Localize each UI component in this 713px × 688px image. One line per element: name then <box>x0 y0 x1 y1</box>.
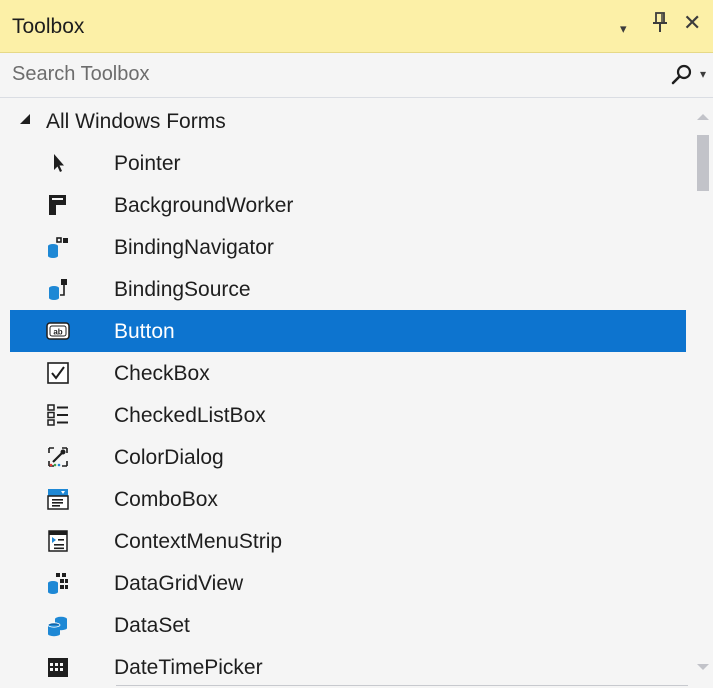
item-label: DataSet <box>114 614 190 637</box>
item-label: ComboBox <box>114 488 218 511</box>
group-header-all-windows-forms[interactable]: All Windows Forms <box>0 100 690 140</box>
search-bar: ▾ <box>0 53 713 98</box>
scroll-down-arrow-icon[interactable] <box>697 664 709 670</box>
vertical-scrollbar[interactable] <box>692 98 713 688</box>
item-label: CheckBox <box>114 362 210 385</box>
close-icon[interactable]: ✕ <box>683 11 701 35</box>
item-label: BackgroundWorker <box>114 194 294 217</box>
toolbox-item-checkbox[interactable]: CheckBox <box>10 352 686 394</box>
divider <box>116 685 688 686</box>
scroll-up-arrow-icon[interactable] <box>697 114 709 120</box>
toolbox-title: Toolbox <box>12 15 85 38</box>
background-worker-icon <box>49 195 66 215</box>
search-options-chevron-down-icon[interactable]: ▾ <box>700 67 706 81</box>
item-label: Pointer <box>114 152 181 175</box>
item-label: Button <box>114 320 175 343</box>
binding-source-icon <box>49 279 67 300</box>
group-label: All Windows Forms <box>46 110 226 133</box>
search-input[interactable] <box>12 59 652 89</box>
toolbox-item-checkedlistbox[interactable]: CheckedListBox <box>10 394 686 436</box>
item-label: BindingSource <box>114 278 251 301</box>
toolbox-item-dataset[interactable]: DataSet <box>10 604 686 646</box>
pointer-icon <box>54 154 64 172</box>
toolbox-item-list: All Windows Forms Pointer BackgroundWork… <box>0 98 690 688</box>
checked-list-box-icon <box>47 404 68 426</box>
toolbox-item-backgroundworker[interactable]: BackgroundWorker <box>10 184 686 226</box>
binding-navigator-icon <box>48 237 68 258</box>
context-menu-strip-icon <box>48 530 68 552</box>
date-time-picker-icon <box>48 658 68 677</box>
toolbox-window: Toolbox ▾ ✕ ▾ All Windows Forms <box>0 0 713 688</box>
combobox-icon <box>47 489 69 510</box>
toolbox-item-contextmenustrip[interactable]: ContextMenuStrip <box>10 520 686 562</box>
toolbox-item-datetimepicker[interactable]: DateTimePicker <box>10 646 686 688</box>
item-label: ColorDialog <box>114 446 224 469</box>
item-label: BindingNavigator <box>114 236 274 259</box>
dataset-icon <box>47 616 67 637</box>
item-label: DateTimePicker <box>114 656 263 679</box>
item-label: CheckedListBox <box>114 404 266 427</box>
button-icon: ab <box>46 322 70 340</box>
pin-icon-svg <box>653 12 667 32</box>
item-label: ContextMenuStrip <box>114 530 283 553</box>
pin-icon[interactable] <box>653 11 667 39</box>
toolbox-item-combobox[interactable]: ComboBox <box>10 478 686 520</box>
window-position-dropdown-icon[interactable]: ▾ <box>620 17 627 41</box>
item-label: DataGridView <box>114 572 244 595</box>
toolbox-item-datagridview[interactable]: DataGridView <box>10 562 686 604</box>
toolbox-item-pointer[interactable]: Pointer <box>10 142 686 184</box>
toolbox-item-colordialog[interactable]: ColorDialog <box>10 436 686 478</box>
data-grid-view-icon <box>48 573 68 594</box>
toolbox-titlebar: Toolbox ▾ ✕ <box>0 0 713 53</box>
scrollbar-thumb[interactable] <box>697 135 709 191</box>
toolbox-item-button[interactable]: ab Button <box>10 310 686 352</box>
toolbox-item-bindingsource[interactable]: BindingSource <box>10 268 686 310</box>
color-dialog-icon <box>48 447 68 467</box>
svg-text:ab: ab <box>53 328 62 337</box>
toolbox-item-bindingnavigator[interactable]: BindingNavigator <box>10 226 686 268</box>
search-icon[interactable] <box>671 64 693 86</box>
expanded-arrow-icon <box>20 114 30 124</box>
checkbox-icon <box>47 362 69 384</box>
